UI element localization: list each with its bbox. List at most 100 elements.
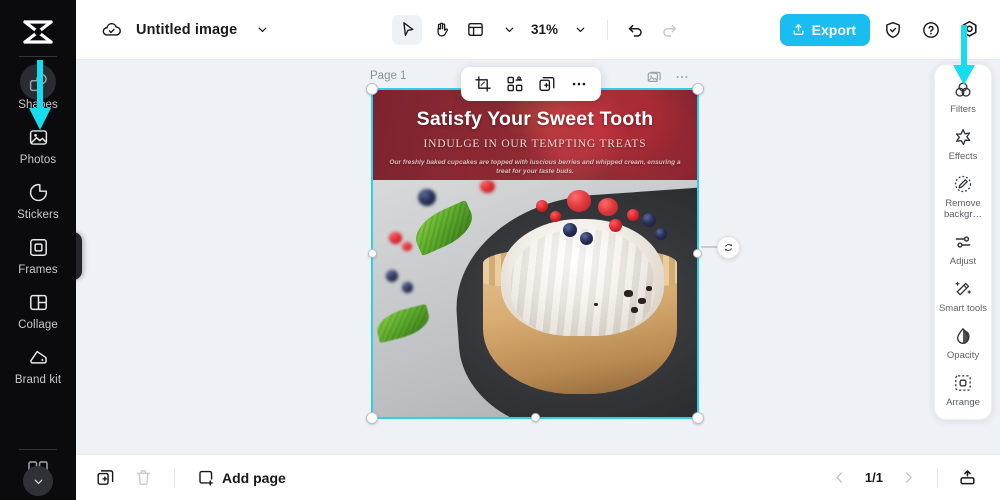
poster-subtitle: INDULGE IN OUR TEMPTING TREATS xyxy=(423,138,647,150)
zoom-level[interactable]: 31% xyxy=(528,22,561,37)
topbar-tools-group: 31% xyxy=(391,14,684,45)
bottom-toolbar: Add page 1/1 xyxy=(76,454,1000,500)
sidebar-item-frames[interactable]: Frames xyxy=(4,228,72,283)
crop-icon xyxy=(475,76,491,92)
cutout-button[interactable] xyxy=(501,70,529,98)
right-properties-panel: Filters Effects Remove backgr… Adjust Sm… xyxy=(934,64,992,420)
redcurrant-garnish xyxy=(626,208,639,221)
help-circle-icon[interactable] xyxy=(916,15,946,45)
poster-body-text: Our freshly baked cupcakes are topped wi… xyxy=(389,159,681,175)
hand-tool-button[interactable] xyxy=(426,15,456,45)
sidebar-item-brand-kit[interactable]: Brand kit xyxy=(4,338,72,393)
panel-item-arrange[interactable]: Arrange xyxy=(935,366,991,413)
artboard-page-1[interactable]: Satisfy Your Sweet Tooth INDULGE IN OUR … xyxy=(373,90,697,417)
add-page-icon xyxy=(199,470,213,486)
chocolate-crumb xyxy=(593,302,598,306)
sidebar-item-photos[interactable]: Photos xyxy=(4,118,72,173)
resize-handle-bottom-right[interactable] xyxy=(692,412,704,424)
layout-chevron-down-icon[interactable] xyxy=(494,15,524,45)
redcurrant-garnish xyxy=(536,200,549,213)
app-logo-icon[interactable] xyxy=(16,14,60,50)
delete-page-button[interactable] xyxy=(128,463,158,493)
photos-icon xyxy=(26,125,50,149)
berry-decoration xyxy=(385,270,398,283)
sidebar-item-stickers[interactable]: Stickers xyxy=(4,173,72,228)
topbar-right-group: Export xyxy=(779,13,1000,46)
resize-handle-middle-left[interactable] xyxy=(368,249,377,258)
replace-image-icon[interactable] xyxy=(646,69,662,90)
remove-background-icon xyxy=(952,173,974,195)
duplicate-page-button[interactable] xyxy=(90,463,120,493)
settings-gear-icon[interactable] xyxy=(954,15,984,45)
filters-icon xyxy=(952,79,974,101)
sidebar-item-label: Brand kit xyxy=(14,374,62,386)
sidebar-item-label: Stickers xyxy=(17,209,59,221)
object-context-toolbar xyxy=(461,67,601,101)
topbar-left-group: Untitled image xyxy=(76,15,277,45)
berry-decoration xyxy=(402,241,413,251)
present-button[interactable] xyxy=(952,463,982,493)
redo-button[interactable] xyxy=(654,15,684,45)
rotate-icon xyxy=(724,243,733,252)
panel-item-effects[interactable]: Effects xyxy=(935,120,991,167)
panel-item-label: Adjust xyxy=(949,256,977,267)
resize-handle-bottom-center[interactable] xyxy=(531,413,540,422)
page-indicator: 1/1 xyxy=(864,470,883,485)
hand-icon xyxy=(436,22,448,37)
panel-item-label: Opacity xyxy=(946,350,980,361)
panel-item-smart-tools[interactable]: Smart tools xyxy=(935,272,991,319)
more-button[interactable] xyxy=(565,70,593,98)
duplicate-icon xyxy=(539,77,555,91)
undo-button[interactable] xyxy=(620,15,650,45)
sidebar-collapse-button[interactable] xyxy=(23,466,53,496)
prev-page-button[interactable] xyxy=(825,463,855,493)
document-title[interactable]: Untitled image xyxy=(136,22,237,38)
select-tool-button[interactable] xyxy=(391,14,422,45)
adjust-icon xyxy=(952,231,974,253)
canvas-area[interactable]: Page 1 Satisfy Your Sweet Tooth INDULGE … xyxy=(76,60,1000,454)
rail-divider-top xyxy=(19,56,57,57)
resize-handle-bottom-left[interactable] xyxy=(366,412,378,424)
resize-handle-middle-right[interactable] xyxy=(693,249,702,258)
panel-item-filters[interactable]: Filters xyxy=(935,73,991,120)
export-button[interactable]: Export xyxy=(779,13,870,46)
resize-handle-top-left[interactable] xyxy=(366,83,378,95)
chevron-right-icon xyxy=(905,472,912,483)
left-sidebar: Shapes Photos Stickers Frames Collage Br… xyxy=(0,0,76,500)
rail-divider-bottom xyxy=(19,449,57,450)
chevron-left-icon xyxy=(836,472,843,483)
raspberry-garnish xyxy=(598,198,618,217)
duplicate-button[interactable] xyxy=(533,70,561,98)
layout-tool-button[interactable] xyxy=(460,15,490,45)
rotate-handle[interactable] xyxy=(717,236,740,259)
artboard-wrapper: Satisfy Your Sweet Tooth INDULGE IN OUR … xyxy=(366,83,740,424)
panel-item-remove-background[interactable]: Remove backgr… xyxy=(935,167,991,225)
brand-kit-icon xyxy=(26,345,50,369)
crop-button[interactable] xyxy=(469,70,497,98)
left-sidebar-items: Shapes Photos Stickers Frames Collage Br… xyxy=(0,63,76,393)
poster-photo xyxy=(373,180,697,417)
resize-handle-top-right[interactable] xyxy=(692,83,704,95)
cursor-arrow-icon xyxy=(402,22,414,37)
sidebar-item-collage[interactable]: Collage xyxy=(4,283,72,338)
sidebar-item-shapes[interactable]: Shapes xyxy=(4,63,72,118)
duplicate-page-icon xyxy=(97,470,113,485)
berry-decoration xyxy=(418,189,437,207)
shield-check-icon[interactable] xyxy=(878,15,908,45)
zoom-chevron-down-icon[interactable] xyxy=(565,15,595,45)
panel-item-opacity[interactable]: Opacity xyxy=(935,319,991,366)
export-label: Export xyxy=(811,21,856,38)
page-more-button[interactable] xyxy=(674,69,690,90)
cloud-saved-icon[interactable] xyxy=(96,15,126,45)
sidebar-item-label: Photos xyxy=(19,154,57,166)
trash-icon xyxy=(136,470,150,485)
tart-dessert xyxy=(408,190,690,403)
next-page-button[interactable] xyxy=(893,463,923,493)
redo-icon xyxy=(662,24,676,37)
bottombar-divider-right xyxy=(937,467,938,488)
add-page-button[interactable]: Add page xyxy=(191,469,292,487)
title-chevron-down-icon[interactable] xyxy=(247,15,277,45)
panel-item-adjust[interactable]: Adjust xyxy=(935,225,991,272)
cutout-icon xyxy=(507,76,523,92)
bottombar-divider xyxy=(174,467,175,488)
